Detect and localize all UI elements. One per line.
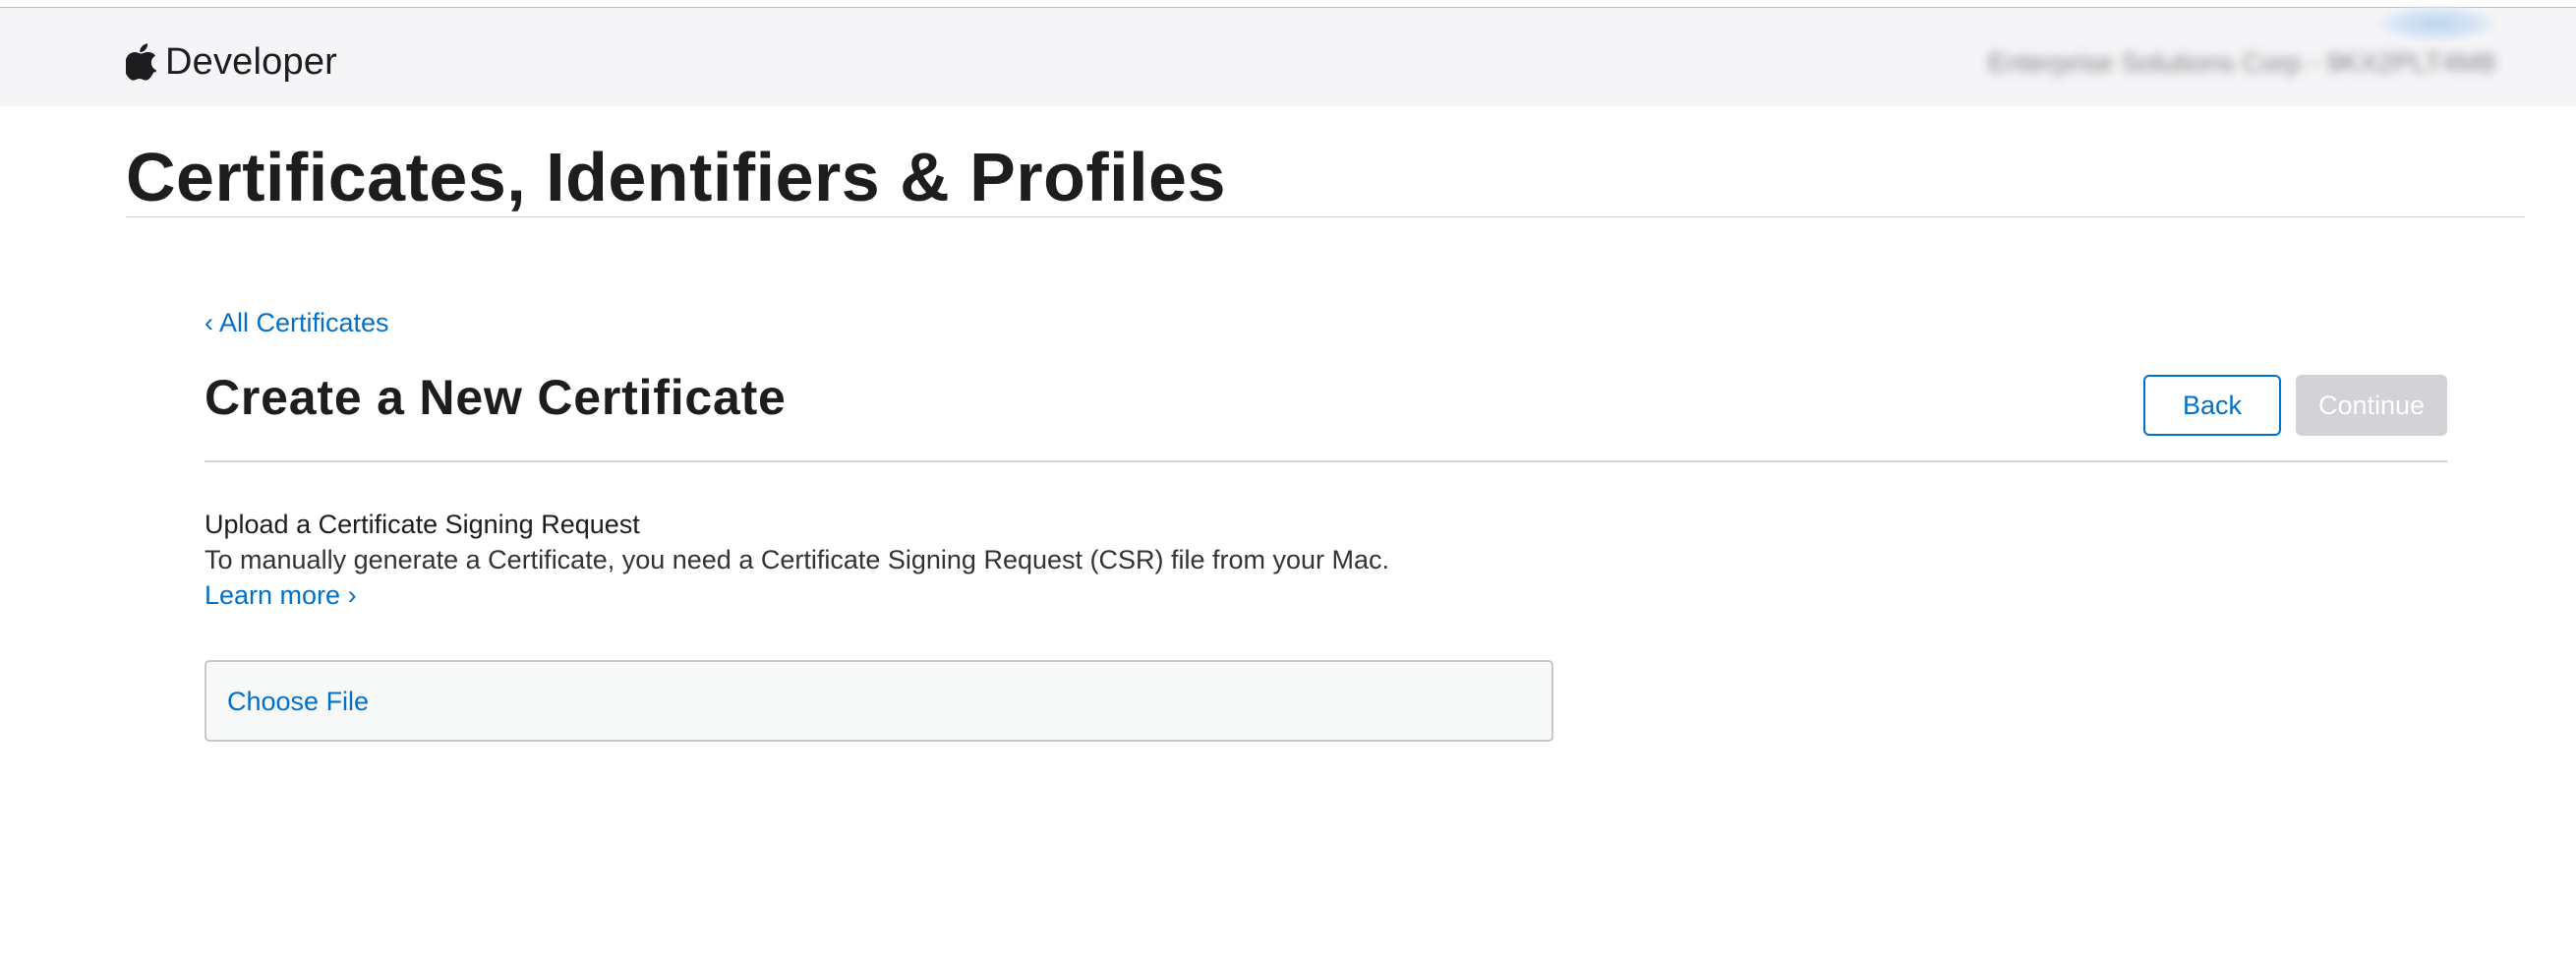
section-title: Create a New Certificate: [205, 370, 787, 425]
browser-top-border: [0, 0, 2576, 8]
learn-more-link[interactable]: Learn more ›: [205, 577, 357, 613]
section-divider: [205, 460, 2447, 462]
page-title: Certificates, Identifiers & Profiles: [126, 139, 1226, 215]
apple-logo-icon: [126, 43, 157, 81]
title-divider: [126, 216, 2525, 217]
upload-heading: Upload a Certificate Signing Request: [205, 510, 640, 539]
developer-home-link[interactable]: Developer: [126, 37, 337, 87]
account-menu[interactable]: Enterprise Solutions Corp - 9KX2PLT4M8: [1866, 6, 2495, 106]
continue-button[interactable]: Continue: [2296, 375, 2447, 436]
upload-description: To manually generate a Certificate, you …: [205, 545, 1390, 574]
account-team-name[interactable]: Enterprise Solutions Corp - 9KX2PLT4M8: [1988, 47, 2495, 79]
avatar[interactable]: [2377, 6, 2495, 41]
all-certificates-link[interactable]: ‹ All Certificates: [205, 305, 389, 340]
global-header: Developer Enterprise Solutions Corp - 9K…: [0, 6, 2576, 106]
brand-label: Developer: [165, 41, 338, 83]
file-upload-field[interactable]: Choose File: [205, 660, 1553, 742]
choose-file-button[interactable]: Choose File: [227, 684, 369, 719]
back-button[interactable]: Back: [2143, 375, 2281, 436]
